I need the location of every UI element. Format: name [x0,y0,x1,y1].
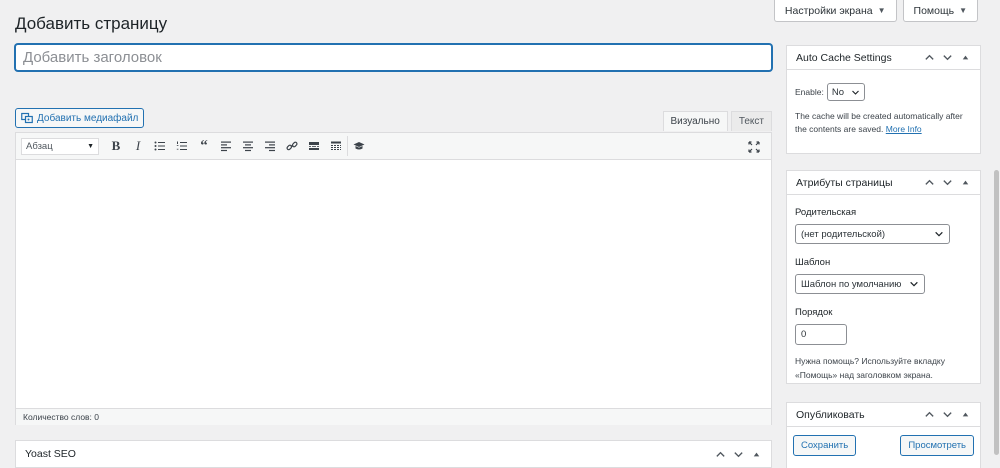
enable-row: Enable: No [795,83,972,101]
metabox-title: Yoast SEO [25,448,76,460]
chevron-down-icon[interactable] [942,409,953,420]
parent-select-value: (нет родительской) [801,228,886,240]
order-input-value: 0 [801,329,807,340]
toolbar-toggle-icon[interactable] [325,136,347,156]
help-button[interactable]: Помощь ▼ [902,0,978,22]
chevron-up-icon[interactable] [924,409,935,420]
help-label: Помощь [913,4,955,17]
editor-tabs: Визуально Текст [662,111,772,131]
align-right-icon[interactable] [259,136,281,156]
metabox-actions [924,409,971,420]
parent-select[interactable]: (нет родительской) [795,224,950,244]
yoast-seo-metabox: Yoast SEO [15,440,772,468]
bold-icon[interactable]: B [105,136,127,156]
tab-visual[interactable]: Визуально [662,111,728,131]
order-input[interactable]: 0 [795,324,847,345]
save-draft-button[interactable]: Сохранить [793,435,857,456]
enable-label: Enable: [795,87,824,97]
editor-toolbar: Абзац ▼ B I “ [16,133,771,160]
screen-meta-links: Настройки экрана ▼ Помощь ▼ [773,0,978,22]
metabox-header: Yoast SEO [16,441,771,468]
toggle-panel-icon[interactable] [960,409,971,420]
toggle-panel-icon[interactable] [751,449,762,460]
enable-select-value: No [831,86,844,98]
metabox-actions [924,177,971,188]
blockquote-icon[interactable]: “ [193,136,215,156]
align-left-icon[interactable] [215,136,237,156]
chevron-down-icon[interactable] [733,449,744,460]
chevron-up-icon[interactable] [924,52,935,63]
metabox-title: Атрибуты страницы [796,176,893,189]
metabox-content: Enable: No The cache will be created aut… [787,70,980,144]
page-title: Добавить страницу [15,14,168,33]
metabox-header: Атрибуты страницы [787,171,980,195]
template-label: Шаблон [795,257,831,268]
template-select-value: Шаблон по умолчанию [801,278,902,290]
format-select-value: Абзац [26,140,53,152]
caret-down-icon: ▼ [87,142,94,150]
caret-down-icon: ▼ [877,6,886,15]
chevron-up-icon[interactable] [715,449,726,460]
chevron-down-icon [851,90,859,95]
align-center-icon[interactable] [237,136,259,156]
media-icon [21,112,33,124]
page-attributes-metabox: Атрибуты страницы Родительская (нет роди… [786,170,981,384]
screen-options-button[interactable]: Настройки экрана ▼ [773,0,897,22]
help-text: Нужна помощь? Используйте вкладку «Помощ… [795,356,945,380]
tab-text[interactable]: Текст [730,111,772,131]
metabox-actions [715,449,762,460]
publish-actions: Сохранить Просмотреть [787,427,980,464]
metabox-title: Опубликовать [796,408,865,421]
content-editor: Абзац ▼ B I “ Количество слов: 0 [15,132,772,425]
word-count: Количество слов: 0 [16,408,771,425]
screen-options-label: Настройки экрана [784,4,873,17]
cache-description: The cache will be created automatically … [795,110,972,136]
italic-icon[interactable]: I [127,136,149,156]
toggle-panel-icon[interactable] [960,177,971,188]
link-icon[interactable] [281,136,303,156]
chevron-down-icon[interactable] [942,177,953,188]
publish-metabox: Опубликовать Сохранить Просмотреть [786,402,981,468]
metabox-header: Опубликовать [787,403,980,427]
more-info-link[interactable]: More Info [886,124,922,134]
editor-body[interactable] [16,160,771,408]
preview-button[interactable]: Просмотреть [900,435,974,456]
order-label: Порядок [795,307,833,318]
title-input[interactable]: Добавить заголовок [15,44,772,71]
metabox-title: Auto Cache Settings [796,51,892,64]
chevron-down-icon [910,281,918,287]
parent-label: Родительская [795,207,857,218]
format-select[interactable]: Абзац ▼ [21,137,99,155]
metabox-actions [924,52,971,63]
bullet-list-icon[interactable] [149,136,171,156]
add-media-label: Добавить медиафайл [37,112,139,124]
chevron-up-icon[interactable] [924,177,935,188]
template-select[interactable]: Шаблон по умолчанию [795,274,925,294]
graduation-cap-icon[interactable] [347,136,369,156]
toggle-panel-icon[interactable] [960,52,971,63]
cache-description-text: The cache will be created automatically … [795,111,963,134]
scrollbar-thumb[interactable] [994,170,999,455]
metabox-content: Родительская (нет родительской) Шаблон Ш… [787,195,980,390]
caret-down-icon: ▼ [959,6,967,15]
enable-select[interactable]: No [826,83,865,101]
auto-cache-metabox: Auto Cache Settings Enable: No The cache… [786,45,981,154]
chevron-down-icon [935,231,943,237]
chevron-down-icon[interactable] [942,52,953,63]
fullscreen-icon[interactable] [743,137,765,157]
metabox-header: Auto Cache Settings [787,46,980,70]
read-more-icon[interactable] [303,136,325,156]
numbered-list-icon[interactable] [171,136,193,156]
title-placeholder: Добавить заголовок [23,49,162,66]
add-media-button[interactable]: Добавить медиафайл [15,108,145,128]
